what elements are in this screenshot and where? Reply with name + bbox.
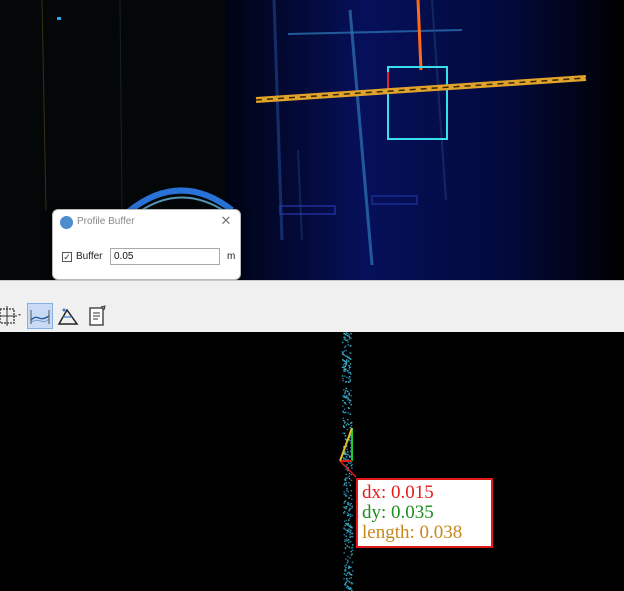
dialog-title: Profile Buffer: [77, 216, 135, 227]
length-value: length: 0.038: [362, 522, 463, 543]
notes-button[interactable]: [84, 303, 110, 329]
profile-buffer-dialog: Profile Buffer ✕ ✓ Buffer m: [52, 209, 241, 280]
close-icon[interactable]: ✕: [218, 213, 234, 229]
unit-label: m: [227, 251, 236, 262]
crosshair-grid-button[interactable]: [0, 303, 24, 329]
pane-splitter[interactable]: [0, 280, 624, 301]
buffer-checkbox[interactable]: ✓: [62, 252, 72, 262]
profile-view-button[interactable]: [27, 303, 53, 329]
terrain-profile-icon: [57, 308, 79, 325]
app-logo-icon: [60, 216, 73, 229]
profile-view-pane[interactable]: [0, 332, 624, 591]
terrain-profile-button[interactable]: [55, 303, 81, 329]
point-cloud-profile: [339, 332, 357, 591]
dx-value: dx: 0.015: [362, 482, 434, 503]
dialog-title-bar[interactable]: Profile Buffer ✕: [53, 210, 240, 236]
profile-view-icon: [30, 310, 50, 324]
measurement-readout: dx: 0.015 dy: 0.035 length: 0.038: [356, 478, 493, 548]
dy-value: dy: 0.035: [362, 502, 434, 523]
buffer-label: Buffer: [76, 251, 103, 262]
profile-toolbar: [0, 300, 624, 333]
buffer-value-input[interactable]: [110, 248, 220, 265]
crosshair-grid-icon: [0, 306, 21, 326]
notes-icon: [89, 305, 106, 326]
